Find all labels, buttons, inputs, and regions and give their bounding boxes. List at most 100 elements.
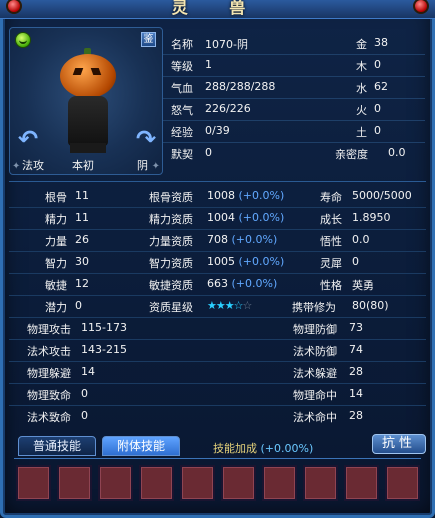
attr-value: 11: [75, 189, 89, 202]
pet-generation-label: 本初: [72, 159, 94, 172]
info-value: 1: [205, 58, 212, 71]
combat-row: 法术致命 0 法术命中 28: [9, 405, 426, 427]
attr-value: 26: [75, 233, 89, 246]
element-value: 62: [374, 80, 388, 93]
intimacy-key: 亲密度: [335, 148, 368, 161]
aptitude-key: 力量资质: [149, 235, 193, 248]
info-value: 0/39: [205, 124, 230, 137]
combat-row: 法术攻击 143-215 法术防御 74: [9, 339, 426, 362]
combat-key: 物理致命: [27, 389, 71, 402]
aptitude-key: 根骨资质: [149, 191, 193, 204]
stat-value: 0: [352, 255, 359, 268]
attr-value: 11: [75, 211, 89, 224]
attr-row: 智力 30 智力资质 1005 (+0.0%) 灵犀 0: [9, 251, 426, 274]
stat-value: 80(80): [352, 299, 389, 312]
attr-row: 敏捷 12 敏捷资质 663 (+0.0%) 性格 英勇: [9, 273, 426, 296]
skill-slot[interactable]: [57, 465, 92, 501]
attr-key: 精力: [45, 213, 67, 226]
info-row-name: 名称 1070-阴 金 38: [163, 32, 425, 55]
corner-star-icon: ✦: [12, 161, 21, 172]
element-value: 38: [374, 36, 388, 49]
skill-slot[interactable]: [98, 465, 133, 501]
rotate-left-icon[interactable]: ↶: [18, 127, 38, 151]
skill-slot[interactable]: [385, 465, 420, 501]
info-value: 0: [205, 146, 212, 159]
combat-key: 法术防御: [293, 345, 337, 358]
title-bar: 灵 兽: [0, 0, 435, 19]
attribute-panel: 根骨 11 根骨资质 1008 (+0.0%) 寿命 5000/5000 精力 …: [9, 181, 426, 428]
aptitude-value: 708 (+0.0%): [207, 233, 278, 246]
skill-bonus-label: 技能加成: [213, 442, 257, 455]
skill-slot[interactable]: [139, 465, 174, 501]
skill-slot[interactable]: [221, 465, 256, 501]
skill-slot[interactable]: [262, 465, 297, 501]
info-key: 等级: [171, 60, 193, 73]
skill-slots: [14, 458, 421, 503]
info-value: 288/288/288: [205, 80, 276, 93]
rotate-right-icon[interactable]: ↷: [136, 127, 156, 151]
element-key: 水: [356, 82, 367, 95]
combat-key: 物理命中: [293, 389, 337, 402]
attr-row: 精力 11 精力资质 1004 (+0.0%) 成长 1.8950: [9, 207, 426, 230]
pet-legs-image: [70, 143, 106, 153]
pet-attribute-label: 阴: [137, 159, 148, 172]
element-key: 火: [356, 104, 367, 117]
stat-value: 5000/5000: [352, 189, 412, 202]
combat-key: 法术命中: [293, 411, 337, 424]
stat-key: 寿命: [320, 191, 342, 204]
intimacy-value: 0.0: [388, 146, 406, 159]
tab-attached-skills[interactable]: 附体技能: [102, 436, 180, 456]
combat-value: 143-215: [81, 343, 127, 356]
info-row-level: 等级 1 木 0: [163, 54, 425, 77]
skill-slot[interactable]: [303, 465, 338, 501]
corner-star-icon: ✦: [151, 161, 160, 172]
tab-normal-skills[interactable]: 普通技能: [18, 436, 96, 456]
attr-key: 潜力: [45, 301, 67, 314]
skill-slot[interactable]: [16, 465, 51, 501]
info-row-rapport: 默契 0 亲密度 0.0: [163, 142, 425, 164]
element-key: 金: [356, 38, 367, 51]
pet-pumpkin-head-image: [60, 54, 116, 98]
skill-slot[interactable]: [180, 465, 215, 501]
pet-type-label: 法攻: [22, 159, 44, 172]
combat-value: 0: [81, 387, 88, 400]
info-key: 名称: [171, 38, 193, 51]
resistance-button[interactable]: 抗性: [372, 434, 426, 454]
pet-body-image: [68, 96, 108, 146]
attr-key: 根骨: [45, 191, 67, 204]
aptitude-star-key: 资质星级: [149, 301, 193, 314]
stat-value: 英勇: [352, 279, 374, 292]
aptitude-value: 663 (+0.0%): [207, 277, 278, 290]
info-value: 1070-阴: [205, 38, 248, 51]
element-key: 土: [356, 126, 367, 139]
stat-key: 携带修为: [292, 301, 336, 314]
attr-key: 力量: [45, 235, 67, 248]
attr-row: 根骨 11 根骨资质 1008 (+0.0%) 寿命 5000/5000: [9, 185, 426, 208]
mood-smiley-icon[interactable]: [15, 32, 31, 48]
combat-key: 法术攻击: [27, 345, 71, 358]
attr-value: 12: [75, 277, 89, 290]
skill-slot[interactable]: [344, 465, 379, 501]
info-key: 经验: [171, 126, 193, 139]
stat-key: 灵犀: [320, 257, 342, 270]
aptitude-key: 精力资质: [149, 213, 193, 226]
element-value: 0: [374, 102, 381, 115]
combat-key: 物理攻击: [27, 323, 71, 336]
attr-row: 潜力 0 资质星级 ★★★☆☆ 携带修为 80(80): [9, 295, 426, 318]
info-row-exp: 经验 0/39 土 0: [163, 120, 425, 143]
combat-value: 73: [349, 321, 363, 334]
attr-value: 0: [75, 299, 82, 312]
combat-value: 14: [81, 365, 95, 378]
info-value: 226/226: [205, 102, 251, 115]
combat-value: 74: [349, 343, 363, 356]
combat-value: 14: [349, 387, 363, 400]
info-key: 气血: [171, 82, 193, 95]
info-row-rage: 怒气 226/226 火 0: [163, 98, 425, 121]
element-key: 木: [356, 60, 367, 73]
appraise-button[interactable]: 鉴: [141, 32, 156, 47]
info-grid: 名称 1070-阴 金 38 等级 1 木 0 气血 288/288/288 水…: [163, 27, 425, 173]
combat-value: 0: [81, 409, 88, 422]
combat-value: 28: [349, 409, 363, 422]
combat-key: 物理躲避: [27, 367, 71, 380]
element-value: 0: [374, 124, 381, 137]
